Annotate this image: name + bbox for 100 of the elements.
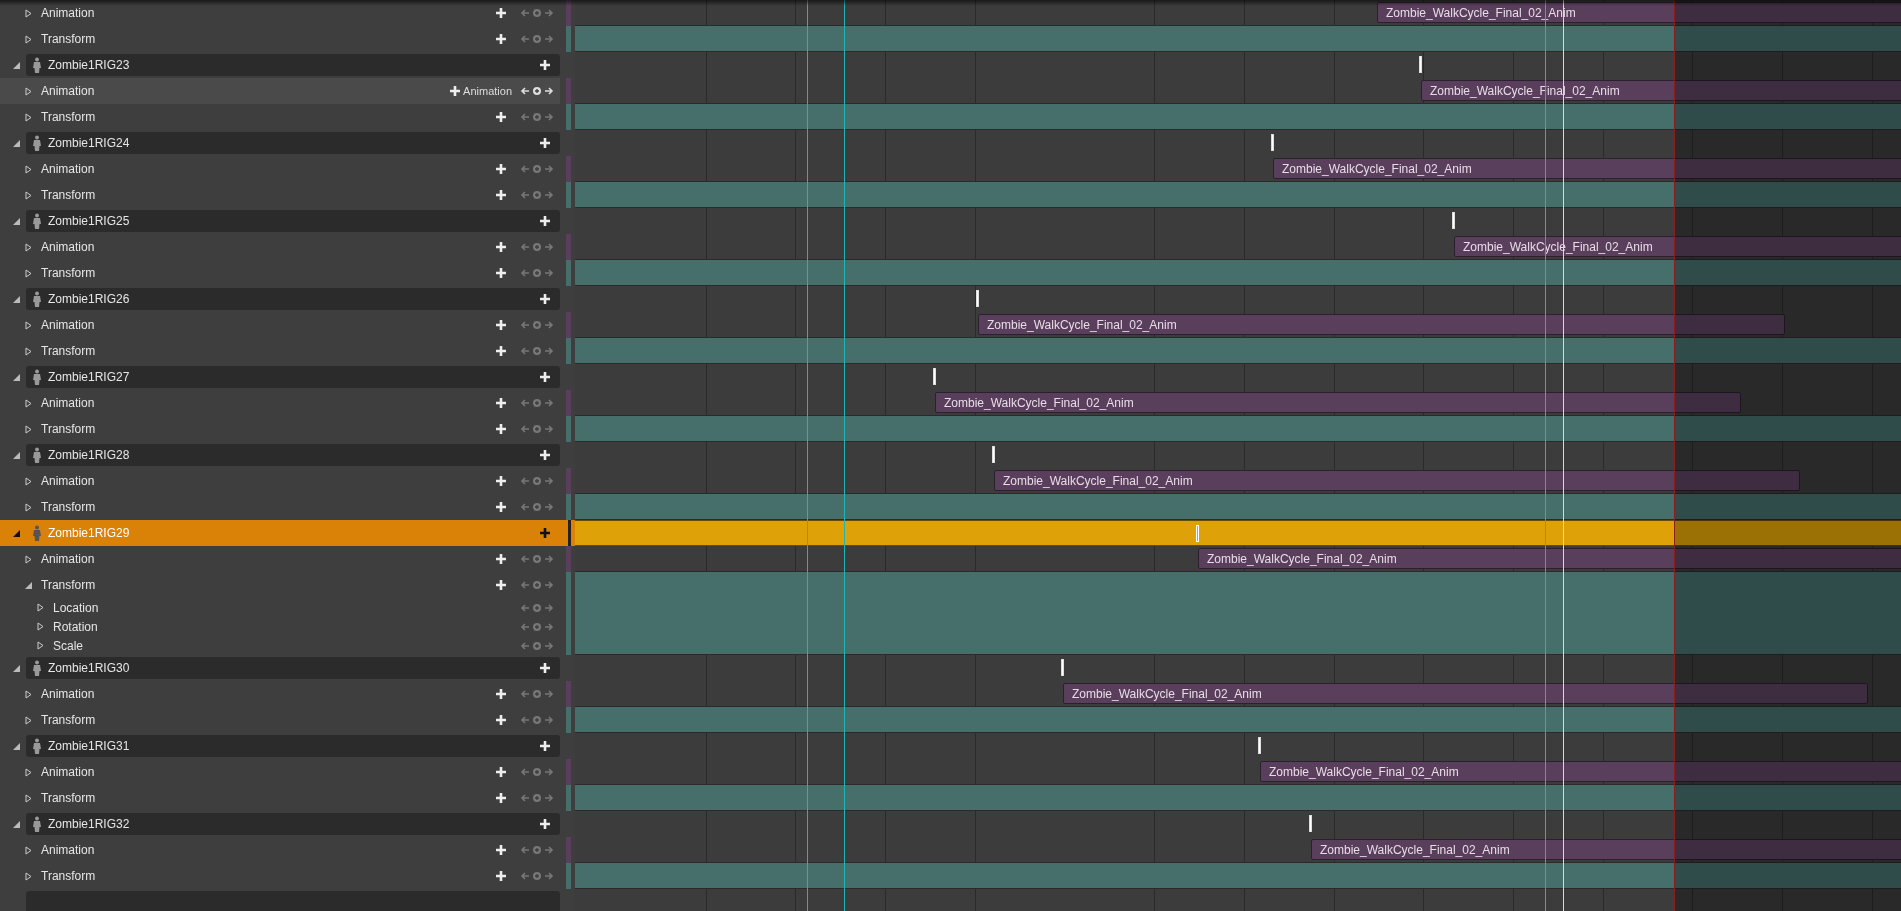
keyframe-marker[interactable] — [1271, 134, 1274, 151]
track-row[interactable]: Animation — [0, 312, 560, 338]
track-name: Transform — [41, 577, 96, 594]
keyframe-marker[interactable] — [992, 446, 995, 463]
expanded-triangle-icon[interactable] — [12, 216, 21, 226]
property-name: Location — [53, 599, 99, 617]
track-row[interactable]: Animation — [0, 156, 560, 182]
actor-header[interactable]: Zombie1RIG23 — [26, 54, 560, 76]
track-name: Transform — [41, 868, 96, 885]
actor-header[interactable]: Zombie1RIG28 — [26, 444, 560, 466]
track-row[interactable]: Transform — [0, 182, 560, 208]
track-row[interactable]: Transform — [0, 26, 560, 52]
selection-strip — [568, 520, 571, 546]
keyframe-marker[interactable] — [1258, 737, 1261, 754]
expanded-triangle-icon[interactable] — [12, 741, 21, 751]
expanded-triangle-icon[interactable] — [12, 294, 21, 304]
animation-section[interactable]: Zombie_WalkCycle_Final_02_Anim — [1273, 158, 1901, 179]
track-row[interactable]: Animation — [0, 546, 560, 572]
keyframe-marker[interactable] — [933, 368, 936, 385]
track-row[interactable]: Animation — [0, 681, 560, 707]
track-row[interactable]: Animation — [0, 759, 560, 785]
track-name: Transform — [41, 712, 96, 729]
left-arrow-icon — [520, 502, 530, 512]
collapsed-triangle-icon[interactable] — [24, 871, 33, 881]
collapsed-triangle-icon[interactable] — [24, 190, 33, 200]
collapsed-triangle-icon[interactable] — [24, 112, 33, 122]
left-arrow-icon — [520, 8, 530, 18]
expanded-triangle-icon[interactable] — [24, 580, 33, 590]
track-name: Animation — [41, 5, 95, 22]
circle-plus-icon — [532, 689, 542, 699]
expanded-triangle-icon[interactable] — [12, 60, 21, 70]
collapsed-triangle-icon[interactable] — [24, 242, 33, 252]
animation-section[interactable]: Zombie_WalkCycle_Final_02_Anim — [1260, 761, 1901, 782]
expanded-triangle-icon[interactable] — [12, 819, 21, 829]
actor-name: Zombie1RIG25 — [48, 213, 130, 230]
track-row[interactable]: Transform — [0, 785, 560, 811]
track-row[interactable]: Transform — [0, 572, 560, 598]
actor-header[interactable]: Zombie1RIG27 — [26, 366, 560, 388]
expanded-triangle-icon[interactable] — [12, 450, 21, 460]
keyframe-marker[interactable] — [1061, 659, 1064, 676]
track-row[interactable]: Transform — [0, 260, 560, 286]
animation-section[interactable]: Zombie_WalkCycle_Final_02_Anim — [935, 392, 1741, 413]
track-row[interactable]: Transform — [0, 416, 560, 442]
collapsed-triangle-icon[interactable] — [24, 845, 33, 855]
collapsed-triangle-icon[interactable] — [24, 398, 33, 408]
animation-section[interactable]: Zombie_WalkCycle_Final_02_Anim — [1311, 839, 1901, 860]
track-row[interactable]: Animation — [0, 234, 560, 260]
left-arrow-icon — [520, 34, 530, 44]
collapsed-triangle-icon[interactable] — [36, 641, 45, 650]
track-row[interactable]: Transform — [0, 494, 560, 520]
add-key-button[interactable] — [532, 86, 542, 96]
expanded-triangle-icon[interactable] — [12, 528, 21, 538]
animation-section[interactable]: Zombie_WalkCycle_Final_02_Anim — [978, 314, 1785, 335]
person-icon — [32, 135, 42, 151]
expanded-triangle-icon[interactable] — [12, 138, 21, 148]
add-button[interactable] — [538, 526, 552, 540]
actor-name: Zombie1RIG24 — [48, 135, 130, 152]
collapsed-triangle-icon[interactable] — [36, 622, 45, 631]
collapsed-triangle-icon[interactable] — [24, 793, 33, 803]
collapsed-triangle-icon[interactable] — [24, 320, 33, 330]
track-row[interactable]: Transform — [0, 338, 560, 364]
collapsed-triangle-icon[interactable] — [24, 476, 33, 486]
collapsed-triangle-icon[interactable] — [24, 715, 33, 725]
collapsed-triangle-icon[interactable] — [24, 554, 33, 564]
track-row[interactable]: Transform — [0, 104, 560, 130]
actor-header[interactable]: Zombie1RIG30 — [26, 657, 560, 679]
actor-header[interactable]: Zombie1RIG25 — [26, 210, 560, 232]
animation-section[interactable]: Zombie_WalkCycle_Final_02_Anim — [1063, 683, 1868, 704]
collapsed-triangle-icon[interactable] — [24, 424, 33, 434]
actor-header[interactable]: Zombie1RIG24 — [26, 132, 560, 154]
track-row[interactable]: Animation — [0, 468, 560, 494]
track-row[interactable]: Animation — [0, 390, 560, 416]
track-row[interactable]: Transform — [0, 863, 560, 889]
expanded-triangle-icon[interactable] — [12, 372, 21, 382]
collapsed-triangle-icon[interactable] — [24, 346, 33, 356]
collapsed-triangle-icon[interactable] — [24, 268, 33, 278]
actor-header[interactable]: Zombie1RIG26 — [26, 288, 560, 310]
keyframe-marker[interactable] — [1452, 212, 1455, 229]
track-row[interactable]: Animation — [0, 837, 560, 863]
collapsed-triangle-icon[interactable] — [24, 8, 33, 18]
collapsed-triangle-icon[interactable] — [24, 502, 33, 512]
track-row[interactable]: Transform — [0, 707, 560, 733]
keyframe-marker[interactable] — [1309, 815, 1312, 832]
track-row[interactable]: Animation — [0, 0, 560, 26]
collapsed-triangle-icon[interactable] — [24, 164, 33, 174]
actor-header[interactable]: Zombie1RIG32 — [26, 813, 560, 835]
collapsed-triangle-icon[interactable] — [24, 689, 33, 699]
keyframe-marker[interactable] — [1419, 56, 1422, 73]
track-row[interactable]: Animation Animation — [0, 78, 560, 104]
collapsed-triangle-icon[interactable] — [24, 34, 33, 44]
animation-section[interactable]: Zombie_WalkCycle_Final_02_Anim — [994, 470, 1800, 491]
actor-header[interactable]: Zombie1RIG31 — [26, 735, 560, 757]
animation-section[interactable]: Zombie_WalkCycle_Final_02_Anim — [1198, 548, 1901, 569]
add-animation-button[interactable]: Animation — [449, 82, 512, 100]
collapsed-triangle-icon[interactable] — [24, 767, 33, 777]
keyframe-marker[interactable] — [976, 290, 979, 307]
collapsed-triangle-icon[interactable] — [36, 603, 45, 612]
expanded-triangle-icon[interactable] — [12, 663, 21, 673]
circle-plus-icon — [532, 190, 542, 200]
collapsed-triangle-icon[interactable] — [24, 86, 33, 96]
